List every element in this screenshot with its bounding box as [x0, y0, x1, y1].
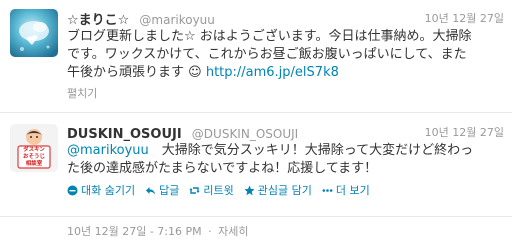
favorite-label: 관심글 담기 — [257, 184, 312, 197]
tweet-meta: 10년 12월 27일 - 7:16 PM · 자세히 — [67, 223, 249, 239]
hide-conversation-label: 대화 숨기기 — [81, 184, 136, 197]
tweet-header: DUSKIN_OSOUJI @DUSKIN_OSOUJI 10년 12월 27일 — [67, 123, 504, 142]
hide-conversation-icon — [67, 185, 78, 196]
tweet-text-segment: 午後から頑張ります ☺ — [67, 65, 206, 80]
tweet-text-line: た後の達成感がたまらないですよね！応援してます！ — [67, 161, 378, 176]
tweet-text: ブログ更新しました☆ おはようございます。今日は仕事納め。大掃除 です。ワックス… — [67, 28, 504, 82]
reply-button[interactable]: 답글 — [145, 182, 179, 198]
avatar-text-line: 相談室 — [25, 161, 43, 167]
tweet-actions: 대화 숨기기 답글 리트윗 관심글 담기 더 보기 — [67, 182, 504, 198]
tweet-fullname[interactable]: ☆まりこ☆ — [67, 13, 129, 28]
reply-label: 답글 — [159, 184, 180, 197]
reply-icon — [145, 185, 156, 196]
avatar-duskin-label: ダスキン おそうじ 相談室 — [18, 147, 50, 168]
tweet-text-line: です。ワックスかけて、これからお昼ご飯お腹いっぱいにして、また — [67, 47, 467, 62]
meta-separator: · — [208, 225, 212, 238]
tweet-fullname[interactable]: DUSKIN_OSOUJI — [67, 127, 182, 142]
avatar-duskin[interactable]: ダスキン おそうじ 相談室 — [10, 124, 58, 172]
favorite-icon — [244, 185, 255, 196]
tweet-username[interactable]: @DUSKIN_OSOUJI — [192, 127, 298, 141]
tweet-text-line: 午後から頑張ります ☺ http://am6.jp/elS7k8 — [67, 64, 504, 82]
divider — [0, 216, 512, 217]
hide-conversation-button[interactable]: 대화 숨기기 — [67, 182, 135, 198]
tweet-link[interactable]: http://am6.jp/elS7k8 — [206, 65, 339, 80]
more-label: 더 보기 — [335, 184, 370, 197]
avatar-dolphin-image — [10, 9, 58, 57]
tweet-header: ☆まりこ☆ @marikoyuu 10년 12월 27일 — [67, 9, 504, 28]
tweet-timestamp[interactable]: 10년 12월 27일 — [425, 10, 504, 26]
tweet-content: DUSKIN_OSOUJI @DUSKIN_OSOUJI 10년 12월 27일… — [67, 123, 504, 198]
retweet-label: 리트윗 — [203, 184, 234, 197]
tweet-duskin: ダスキン おそうじ 相談室 DUSKIN_OSOUJI @DUSKIN_OSOU… — [0, 113, 512, 243]
more-button[interactable]: 더 보기 — [322, 182, 370, 198]
tweet-marikoyuu: ☆まりこ☆ @marikoyuu 10년 12월 27일 ブログ更新しました☆ … — [0, 0, 512, 113]
details-link[interactable]: 자세히 — [218, 225, 248, 238]
avatar-text-line: ダスキン — [23, 147, 45, 153]
more-icon — [322, 185, 333, 196]
tweet-content: ☆まりこ☆ @marikoyuu 10년 12월 27일 ブログ更新しました☆ … — [67, 9, 504, 101]
favorite-button[interactable]: 관심글 담기 — [244, 182, 312, 198]
tweet-text: @marikoyuu 大掃除で気分スッキリ！大掃除って大変だけど終わっ た後の達… — [67, 142, 504, 178]
tweet-text-segment: 大掃除で気分スッキリ！大掃除って大変だけど終わっ — [148, 143, 474, 158]
avatar-text-line: おそうじ — [22, 154, 45, 160]
expand-tweet-link[interactable]: 펼치기 — [67, 85, 504, 101]
mention-link[interactable]: @marikoyuu — [67, 143, 149, 158]
retweet-button[interactable]: 리트윗 — [189, 182, 234, 198]
tweet-text-line: ブログ更新しました☆ おはようございます。今日は仕事納め。大掃除 — [67, 29, 472, 44]
tweet-timestamp[interactable]: 10년 12월 27일 — [425, 124, 504, 140]
avatar-marikoyuu[interactable] — [10, 9, 58, 57]
retweet-icon — [189, 185, 200, 196]
tweet-text-line: @marikoyuu 大掃除で気分スッキリ！大掃除って大変だけど終わっ — [67, 142, 504, 160]
tweet-full-timestamp[interactable]: 10년 12월 27일 - 7:16 PM — [67, 225, 202, 238]
tweet-username[interactable]: @marikoyuu — [139, 13, 215, 27]
